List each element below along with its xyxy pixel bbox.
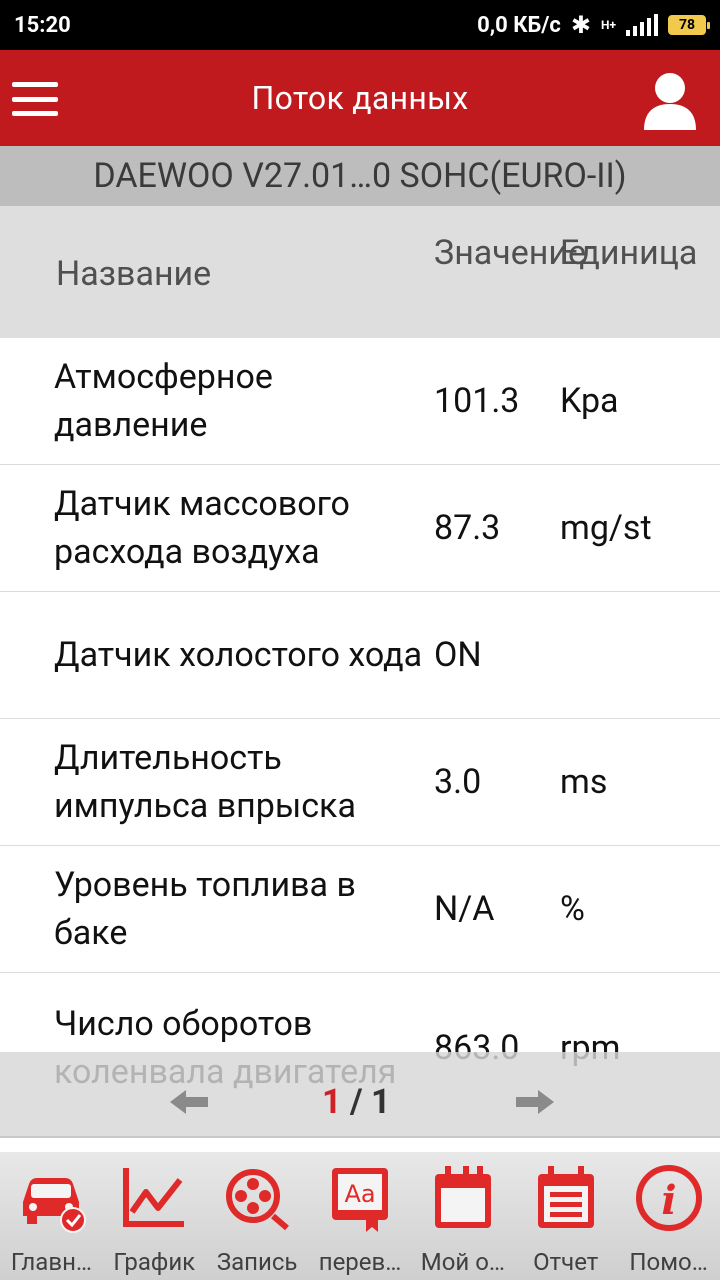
- network-speed: 0,0 КБ/с: [477, 12, 561, 38]
- column-header-unit: Единица: [560, 233, 698, 273]
- nav-item-record[interactable]: Запись: [206, 1152, 309, 1280]
- table-row[interactable]: Датчик холостого хода ON: [0, 592, 720, 719]
- nav-item-help[interactable]: i Помо…: [617, 1152, 720, 1280]
- parameter-name: Атмосферное давление: [54, 357, 273, 445]
- signal-icon: [626, 14, 658, 36]
- parameter-unit: mg/st: [560, 508, 652, 548]
- bottom-navigation: Главн… График Запись Aa перев… Мой о… От…: [0, 1152, 720, 1280]
- table-row[interactable]: Датчик массового расхода воздуха 87.3 mg…: [0, 465, 720, 592]
- app-bar: Поток данных: [0, 50, 720, 146]
- page-indicator: 1 / 1: [322, 1082, 391, 1122]
- table-row[interactable]: Атмосферное давление 101.3 Kpa: [0, 338, 720, 465]
- parameter-value: N/A: [434, 889, 495, 929]
- network-type: H+: [600, 18, 616, 32]
- battery-icon: 78: [668, 15, 710, 35]
- user-profile-icon[interactable]: [640, 68, 700, 132]
- parameter-unit: [560, 592, 680, 718]
- line-chart-icon: [123, 1168, 185, 1227]
- parameter-value: 101.3: [434, 381, 520, 421]
- nav-item-translate[interactable]: Aa перев…: [309, 1152, 412, 1280]
- page-separator: /: [341, 1082, 372, 1122]
- nav-label: Отчет: [533, 1248, 599, 1276]
- nav-item-report[interactable]: Отчет: [514, 1152, 617, 1280]
- nav-label: перев…: [318, 1248, 402, 1276]
- parameter-unit: ms: [560, 762, 608, 802]
- parameter-name: Уровень топлива в баке: [54, 865, 356, 953]
- status-bar: 15:20 0,0 КБ/с ✱ H+ 78: [0, 0, 720, 50]
- svg-text:Aa: Aa: [344, 1180, 375, 1208]
- parameter-name: Датчик холостого хода: [54, 635, 423, 675]
- device-info-bar: DAEWOO V27.01…0 SOHC(EURO-II): [0, 146, 720, 206]
- nav-item-my-vehicle[interactable]: Мой о…: [411, 1152, 514, 1280]
- parameter-value: 3.0: [434, 762, 482, 802]
- device-label: DAEWOO V27.01…0 SOHC(EURO-II): [93, 156, 627, 196]
- column-header-name: Название: [56, 254, 212, 294]
- calendar-icon: [434, 1166, 491, 1228]
- bluetooth-icon: ✱: [570, 11, 591, 39]
- status-time: 15:20: [14, 12, 71, 38]
- nav-item-graph[interactable]: График: [103, 1152, 206, 1280]
- prev-page-arrow-icon[interactable]: [168, 1088, 210, 1116]
- nav-label: Помо…: [629, 1248, 708, 1276]
- parameter-name: Датчик массового расхода воздуха: [54, 484, 350, 572]
- parameter-name: Длительность импульса впрыска: [54, 738, 356, 826]
- table-row[interactable]: Длительность импульса впрыска 3.0 ms: [0, 719, 720, 846]
- translate-book-icon: Aa: [332, 1168, 388, 1232]
- parameter-value: ON: [434, 635, 482, 675]
- car-check-icon: [23, 1178, 87, 1233]
- current-page: 1: [322, 1082, 342, 1122]
- parameter-value: 87.3: [434, 508, 501, 548]
- data-stream-list[interactable]: Атмосферное давление 101.3 Kpa Датчик ма…: [0, 338, 720, 1123]
- table-header: Название Значение Единица: [0, 206, 720, 338]
- next-page-arrow-icon[interactable]: [514, 1088, 556, 1116]
- nav-item-home[interactable]: Главн…: [0, 1152, 103, 1280]
- column-header-value: Значение: [434, 233, 587, 273]
- battery-level: 78: [678, 17, 696, 33]
- nav-label: Запись: [216, 1248, 298, 1276]
- parameter-unit: %: [560, 889, 585, 929]
- info-icon: i: [635, 1165, 702, 1231]
- pagination-bar: 1 / 1: [0, 1052, 720, 1138]
- nav-label: Главн…: [10, 1248, 92, 1276]
- svg-text:i: i: [661, 1177, 676, 1224]
- status-right: 0,0 КБ/с ✱ H+ 78: [477, 11, 710, 39]
- table-row[interactable]: Уровень топлива в баке N/A %: [0, 846, 720, 973]
- nav-label: Мой о…: [420, 1248, 505, 1276]
- total-pages: 1: [371, 1082, 391, 1122]
- parameter-unit: Kpa: [560, 381, 619, 421]
- nav-label: График: [113, 1248, 196, 1276]
- hamburger-menu-icon[interactable]: [12, 82, 58, 116]
- film-reel-icon: [226, 1169, 290, 1231]
- report-icon: [537, 1166, 594, 1228]
- page-title: Поток данных: [251, 79, 469, 117]
